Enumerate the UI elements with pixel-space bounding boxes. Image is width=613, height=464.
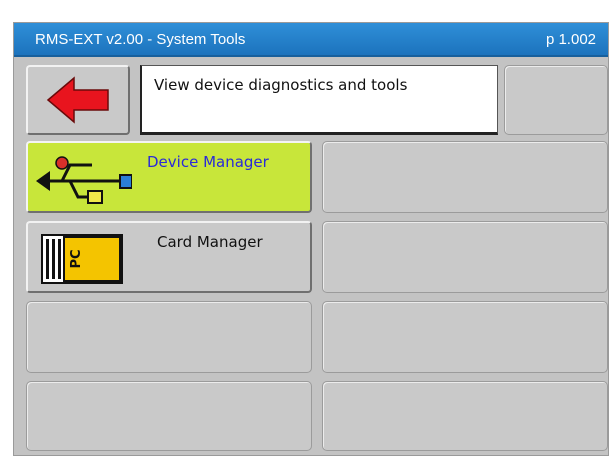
pc-card-icon: PC [41, 234, 123, 284]
page-number: p 1.002 [545, 31, 596, 48]
top-right-blank-button[interactable] [504, 65, 608, 135]
empty-button-r4-right[interactable] [322, 301, 608, 373]
empty-button-r5-right[interactable] [322, 381, 608, 451]
red-left-arrow-icon [46, 76, 109, 124]
svg-text:PC: PC [69, 249, 84, 268]
empty-button-r4-left[interactable] [26, 301, 312, 373]
description-box: View device diagnostics and tools [140, 65, 498, 135]
card-manager-label: Card Manager [157, 233, 263, 251]
empty-button-r5-left[interactable] [26, 381, 312, 451]
title-bar: RMS-EXT v2.00 - System Tools p 1.002 [14, 23, 608, 57]
empty-button-r2-right[interactable] [322, 141, 608, 213]
device-manager-button[interactable]: Device Manager [26, 141, 312, 213]
window-title: RMS-EXT v2.00 - System Tools [35, 31, 246, 48]
device-manager-label: Device Manager [147, 153, 269, 171]
usb-icon [36, 156, 132, 204]
back-button[interactable] [26, 65, 130, 135]
card-manager-button[interactable]: PC Card Manager [26, 221, 312, 293]
empty-button-r3-right[interactable] [322, 221, 608, 293]
system-tools-screen: RMS-EXT v2.00 - System Tools p 1.002 Vie… [13, 22, 609, 456]
description-text: View device diagnostics and tools [154, 76, 408, 94]
